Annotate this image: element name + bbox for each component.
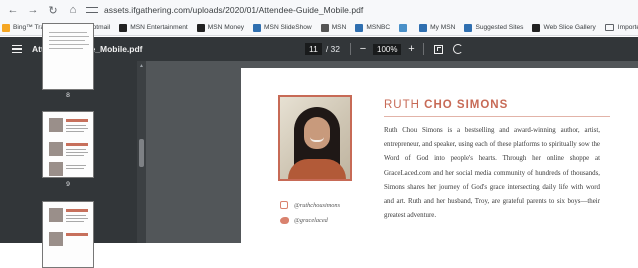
zoom-input[interactable]: 100% (373, 43, 402, 55)
back-icon[interactable]: ← (6, 3, 20, 17)
bookmark-item[interactable]: MSN Money (196, 23, 245, 32)
home-icon[interactable]: ⌂ (66, 3, 80, 17)
bookmark-item[interactable]: MSN SlideShow (253, 23, 312, 32)
thumbnail-label: 9 (66, 181, 70, 188)
page-total: / 32 (325, 44, 341, 54)
pdf-page: @ruthchousimons @gracelaced RUTH CHO SIM… (241, 68, 638, 243)
twitter-icon (280, 217, 289, 224)
favicon-icon (196, 23, 205, 32)
bookmark-label: Imported From IE (617, 24, 638, 31)
bookmark-item[interactable]: MSN (320, 23, 347, 32)
favicon-icon (419, 23, 428, 32)
rotate-icon[interactable] (453, 44, 464, 54)
url-field[interactable]: assets.ifgathering.com/uploads/2020/01/A… (86, 2, 363, 18)
url-text[interactable]: assets.ifgathering.com/uploads/2020/01/A… (104, 5, 363, 15)
author-photo (278, 95, 352, 181)
forward-icon[interactable]: → (26, 3, 40, 17)
reload-icon[interactable]: ↻ (46, 3, 60, 17)
bookmark-item[interactable]: Web Slice Gallery (532, 23, 596, 32)
bookmark-item[interactable]: MSNBC (355, 23, 391, 32)
zoom-in-button[interactable]: + (405, 43, 417, 55)
thumbnail-label: 8 (66, 92, 70, 99)
bookmark-label: MSNBC (366, 24, 391, 31)
page-number-input[interactable]: 11 (305, 43, 322, 55)
toolbar-divider (423, 43, 425, 55)
instagram-icon (280, 201, 288, 209)
bookmark-item[interactable] (399, 23, 410, 32)
thumbnail-page-10[interactable] (42, 201, 94, 268)
favicon-icon (355, 23, 364, 32)
bookmark-label: MSN SlideShow (264, 24, 312, 31)
instagram-handle: @ruthchousimons (280, 201, 340, 209)
favicon-icon (464, 23, 473, 32)
bookmark-item[interactable]: MSN Entertainment (119, 23, 188, 32)
twitter-handle: @gracelaced (280, 217, 328, 224)
scroll-up-icon[interactable]: ▲ (139, 63, 144, 69)
bookmark-item[interactable]: My MSN (419, 23, 456, 32)
pdf-viewer[interactable]: @ruthchousimons @gracelaced RUTH CHO SIM… (146, 61, 638, 243)
folder-icon (604, 24, 614, 31)
favicon-icon (532, 23, 541, 32)
zoom-out-button[interactable]: − (357, 43, 369, 55)
bookmark-label: Web Slice Gallery (543, 24, 596, 31)
bookmark-label: MSN Entertainment (130, 24, 188, 31)
bookmark-item[interactable]: Suggested Sites (464, 23, 524, 32)
thumbnail-sidebar: 8 9 ▲ (0, 23, 146, 268)
bookmark-label: My MSN (430, 24, 456, 31)
bookmarks-bar: Bing™ TrafficFree HotmailMSN Entertainme… (0, 20, 638, 36)
favicon-icon (320, 23, 329, 32)
favicon-icon (2, 23, 10, 32)
bookmark-item[interactable]: Imported From IE (604, 24, 638, 31)
address-bar: ← → ↻ ⌂ assets.ifgathering.com/uploads/2… (0, 0, 638, 20)
name-divider (384, 116, 610, 117)
menu-icon[interactable] (12, 45, 22, 53)
toolbar-controls: 11 / 32 − 100% + (305, 37, 464, 61)
bookmark-label: Suggested Sites (475, 24, 524, 31)
pdf-toolbar: Attendee-Guide_Mobile.pdf 11 / 32 − 100%… (0, 37, 638, 61)
favicon-icon (399, 23, 408, 32)
speaker-name: RUTH CHO SIMONS (384, 99, 509, 111)
favicon-icon (253, 23, 262, 32)
speaker-bio: Ruth Chou Simons is a bestselling and aw… (384, 127, 600, 220)
thumbnail-page-9[interactable] (42, 111, 94, 178)
sidebar-scroll-thumb[interactable] (139, 139, 144, 167)
bookmark-label: MSN Money (207, 24, 245, 31)
fit-page-icon[interactable] (434, 44, 444, 54)
favicon-icon (119, 23, 128, 32)
site-info-icon[interactable] (86, 5, 98, 15)
toolbar-divider (350, 43, 352, 55)
bookmark-label: MSN (331, 24, 347, 31)
thumbnail-page-8[interactable] (42, 23, 94, 90)
